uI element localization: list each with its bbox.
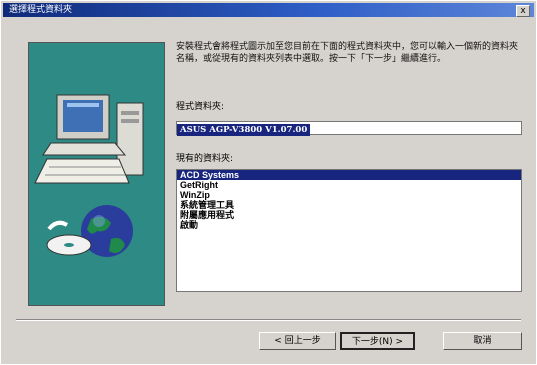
back-button[interactable]: < 回上一步	[259, 332, 336, 350]
divider	[16, 319, 521, 321]
wizard-illustration	[28, 42, 165, 306]
program-folder-input[interactable]: ASUS AGP-V3800 V1.07.00	[176, 121, 522, 136]
list-item[interactable]: 附屬應用程式	[177, 210, 521, 220]
program-folder-value: ASUS AGP-V3800 V1.07.00	[177, 124, 311, 136]
list-item[interactable]: WinZip	[177, 190, 521, 200]
list-item[interactable]: ACD Systems	[177, 170, 521, 180]
close-button[interactable]: x	[516, 5, 530, 17]
existing-folders-label: 現有的資料夾:	[176, 154, 234, 164]
setup-dialog: 選擇程式資料夾 x 安裝程式會將程式圖示加至您目前在下面的程式資料夾中，您可以輸…	[0, 0, 537, 365]
wizard-description: 安裝程式會將程式圖示加至您目前在下面的程式資料夾中，您可以輸入一個新的資料夾名稱…	[176, 42, 519, 64]
folder-label: 程式資料夾:	[176, 102, 225, 112]
list-item[interactable]: GetRight	[177, 180, 521, 190]
cancel-button[interactable]: 取消	[443, 332, 522, 350]
computer-globe-illustration	[34, 94, 144, 257]
next-button[interactable]: 下一步(N) >	[340, 332, 415, 350]
list-item[interactable]: 啟動	[177, 220, 521, 230]
existing-folders-list[interactable]: ACD Systems GetRight WinZip 系統管理工具 附屬應用程…	[176, 169, 522, 292]
title-bar[interactable]: 選擇程式資料夾 x	[3, 3, 534, 17]
window-title: 選擇程式資料夾	[9, 5, 73, 15]
list-item[interactable]: 系統管理工具	[177, 200, 521, 210]
